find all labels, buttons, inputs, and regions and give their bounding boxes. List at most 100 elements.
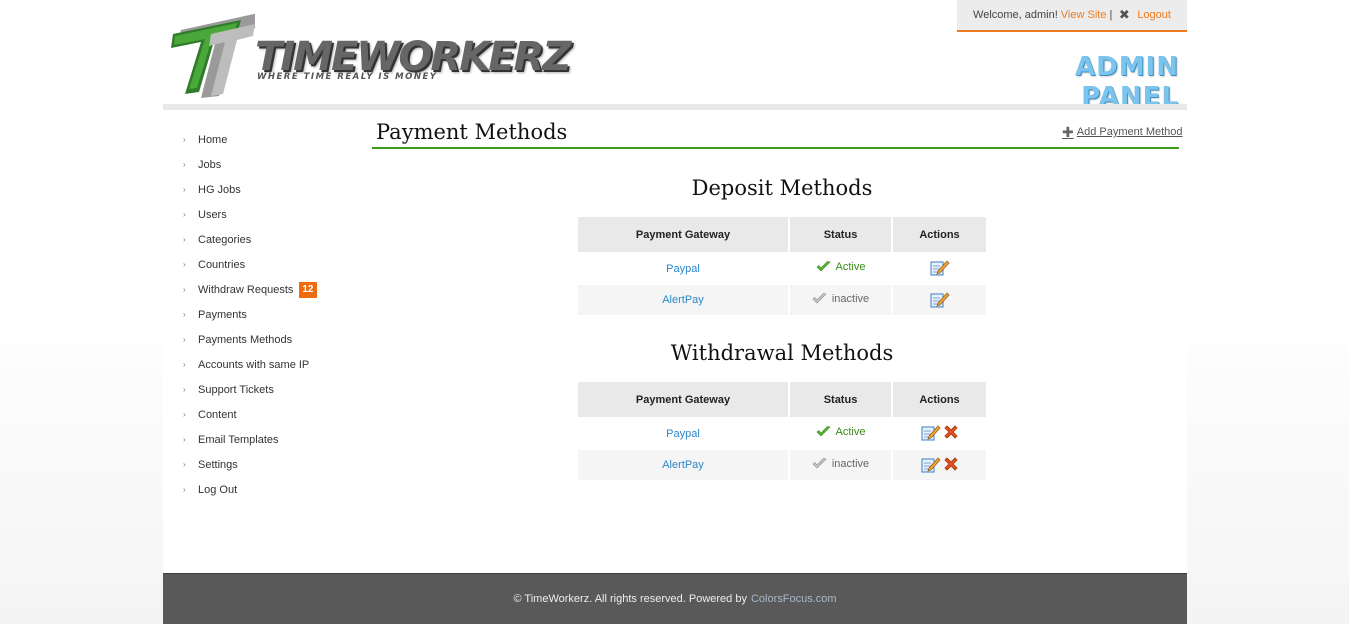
sidebar-item-label: Users <box>198 208 227 221</box>
footer-text: © TimeWorkerz. All rights reserved. Powe… <box>513 593 747 605</box>
chevron-right-icon: › <box>183 135 186 144</box>
edit-icon[interactable] <box>930 290 950 308</box>
sidebar-item-label: Support Tickets <box>198 383 274 396</box>
sidebar-item-email-templates[interactable]: › Email Templates <box>183 427 363 452</box>
site-logo[interactable]: TIMEWORKERZ WHERE TIME REALY IS MONEY <box>171 8 571 100</box>
table-header-row: Payment Gateway Status Actions <box>578 217 986 253</box>
page-container: TIMEWORKERZ WHERE TIME REALY IS MONEY We… <box>163 0 1187 624</box>
table-row: AlertPay inactive <box>578 283 986 315</box>
chevron-right-icon: › <box>183 410 186 419</box>
delete-icon[interactable] <box>943 456 959 472</box>
logout-link[interactable]: Logout <box>1137 9 1171 21</box>
column-header-gateway: Payment Gateway <box>578 382 790 418</box>
sidebar-item-label: Withdraw Requests <box>198 283 294 296</box>
sidebar-item-countries[interactable]: › Countries <box>183 252 363 277</box>
chevron-right-icon: › <box>183 185 186 194</box>
status-badge[interactable]: inactive <box>812 458 869 470</box>
view-site-link[interactable]: View Site <box>1061 9 1107 21</box>
logo-tagline: WHERE TIME REALY IS MONEY <box>257 72 438 82</box>
sidebar-item-hg-jobs[interactable]: › HG Jobs <box>183 177 363 202</box>
status-text: Active <box>835 261 866 273</box>
deposit-methods-table: Payment Gateway Status Actions Paypal Ac… <box>578 217 986 315</box>
table-row: Paypal Active <box>578 417 986 449</box>
chevron-right-icon: › <box>183 460 186 469</box>
sidebar-item-label: Content <box>198 408 237 421</box>
footer: © TimeWorkerz. All rights reserved. Powe… <box>163 573 1187 624</box>
sidebar-item-label: Jobs <box>198 158 222 171</box>
welcome-text: Welcome, admin! <box>973 9 1058 21</box>
chevron-right-icon: › <box>183 210 186 219</box>
gateway-link[interactable]: AlertPay <box>662 294 704 306</box>
status-badge[interactable]: Active <box>816 261 866 273</box>
sidebar-item-label: Email Templates <box>198 433 279 446</box>
chevron-right-icon: › <box>183 310 186 319</box>
edit-icon[interactable] <box>921 423 941 441</box>
column-header-status: Status <box>789 382 893 418</box>
column-header-gateway: Payment Gateway <box>578 217 790 253</box>
status-text: inactive <box>831 292 870 305</box>
sidebar-item-label: Payments <box>198 308 247 321</box>
edit-icon[interactable] <box>921 455 941 473</box>
sidebar-item-log-out[interactable]: › Log Out <box>183 477 363 502</box>
sidebar-item-jobs[interactable]: › Jobs <box>183 152 363 177</box>
status-badge[interactable]: Active <box>816 426 866 438</box>
gateway-link[interactable]: Paypal <box>666 263 700 275</box>
sidebar-item-label: HG Jobs <box>198 183 241 196</box>
status-text: inactive <box>831 457 870 470</box>
chevron-right-icon: › <box>183 260 186 269</box>
column-header-actions: Actions <box>892 217 986 253</box>
sidebar-item-payments[interactable]: › Payments <box>183 302 363 327</box>
close-icon: ✖ <box>1118 7 1130 22</box>
sidebar-item-label: Categories <box>198 233 252 246</box>
sidebar-item-label: Payments Methods <box>198 333 293 346</box>
gateway-link[interactable]: AlertPay <box>662 459 704 471</box>
sidebar-nav: › Home › Jobs › HG Jobs › Users › Categories … <box>183 127 363 502</box>
logo-mark-icon <box>171 13 255 98</box>
sidebar-item-home[interactable]: › Home <box>183 127 363 152</box>
header: TIMEWORKERZ WHERE TIME REALY IS MONEY We… <box>163 0 1187 112</box>
sidebar-item-support-tickets[interactable]: › Support Tickets <box>183 377 363 402</box>
check-grey-icon <box>812 292 827 303</box>
edit-icon[interactable] <box>930 258 950 276</box>
powered-by-link[interactable]: ColorsFocus.com <box>751 593 837 605</box>
delete-icon[interactable] <box>943 424 959 440</box>
status-badge[interactable]: inactive <box>812 293 869 305</box>
sidebar-item-label: Log Out <box>198 483 238 496</box>
admin-panel-title: ADMIN PANEL <box>1074 52 1179 112</box>
sidebar-item-withdraw-requests[interactable]: › Withdraw Requests 12 <box>183 277 363 302</box>
gateway-link[interactable]: Paypal <box>666 428 700 440</box>
withdrawal-methods-heading: Withdrawal Methods <box>670 341 894 365</box>
column-header-status: Status <box>789 217 893 253</box>
sidebar-item-label: Home <box>198 133 228 146</box>
chevron-right-icon: › <box>183 235 186 244</box>
count-badge: 12 <box>299 281 317 298</box>
chevron-right-icon: › <box>183 160 186 169</box>
page-title: Payment Methods <box>376 120 568 144</box>
sidebar-item-label: Settings <box>198 458 238 471</box>
sidebar-item-categories[interactable]: › Categories <box>183 227 363 252</box>
add-payment-method-link[interactable]: ✚ Add Payment Method <box>1062 124 1183 140</box>
sidebar-item-payments-methods[interactable]: › Payments Methods <box>183 327 363 352</box>
sidebar-item-users[interactable]: › Users <box>183 202 363 227</box>
check-grey-icon <box>812 457 827 468</box>
withdrawal-methods-table: Payment Gateway Status Actions Paypal Ac… <box>578 382 986 480</box>
chevron-right-icon: › <box>183 360 186 369</box>
sidebar-item-settings[interactable]: › Settings <box>183 452 363 477</box>
table-row: AlertPay inactive <box>578 448 986 480</box>
chevron-right-icon: › <box>183 285 186 294</box>
sidebar-item-label: Countries <box>198 258 246 271</box>
title-underline <box>372 147 1179 149</box>
check-icon <box>816 426 831 437</box>
chevron-right-icon: › <box>183 435 186 444</box>
user-bar: Welcome, admin! View Site | ✖ Logout <box>957 0 1187 32</box>
sidebar-item-accounts-same-ip[interactable]: › Accounts with same IP <box>183 352 363 377</box>
table-header-row: Payment Gateway Status Actions <box>578 382 986 418</box>
check-icon <box>816 261 831 272</box>
separator: | <box>1109 9 1113 21</box>
status-text: Active <box>835 426 866 438</box>
header-divider <box>163 104 1187 110</box>
plus-icon: ✚ <box>1062 124 1074 140</box>
sidebar-item-content[interactable]: › Content <box>183 402 363 427</box>
column-header-actions: Actions <box>892 382 986 418</box>
chevron-right-icon: › <box>183 385 186 394</box>
